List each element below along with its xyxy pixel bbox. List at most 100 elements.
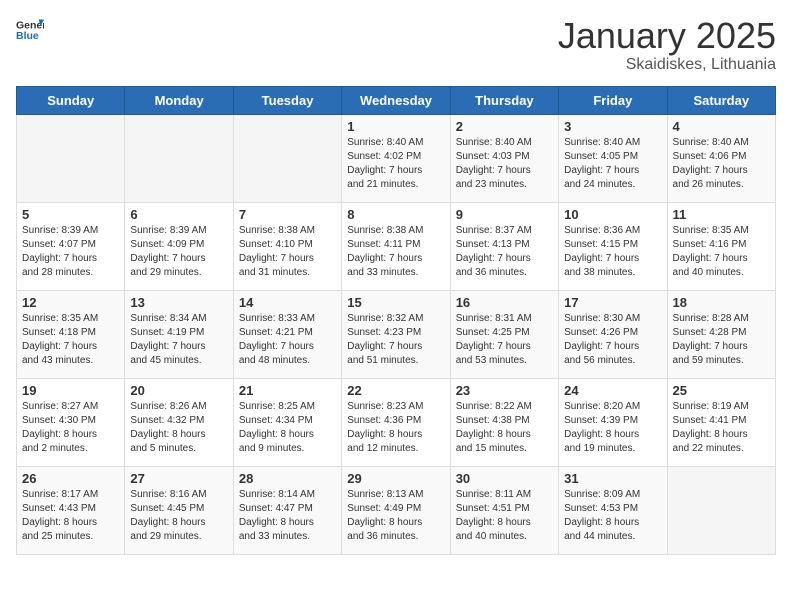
day-info: Sunrise: 8:11 AM Sunset: 4:51 PM Dayligh… <box>456 488 553 544</box>
table-row: 28 Sunrise: 8:14 AM Sunset: 4:47 PM Dayli… <box>233 466 341 554</box>
calendar-table: Sunday Monday Tuesday Wednesday Thursday… <box>16 86 776 555</box>
day-number: 6 <box>130 207 227 222</box>
day-info: Sunrise: 8:35 AM Sunset: 4:18 PM Dayligh… <box>22 312 119 368</box>
day-info: Sunrise: 8:26 AM Sunset: 4:32 PM Dayligh… <box>130 400 227 456</box>
day-number: 5 <box>22 207 119 222</box>
day-info: Sunrise: 8:33 AM Sunset: 4:21 PM Dayligh… <box>239 312 336 368</box>
logo: General Blue <box>16 16 44 44</box>
table-row: 27 Sunrise: 8:16 AM Sunset: 4:45 PM Dayli… <box>125 466 233 554</box>
col-sunday: Sunday <box>17 86 125 114</box>
day-info: Sunrise: 8:39 AM Sunset: 4:07 PM Dayligh… <box>22 224 119 280</box>
day-info: Sunrise: 8:38 AM Sunset: 4:11 PM Dayligh… <box>347 224 444 280</box>
day-number: 22 <box>347 383 444 398</box>
day-info: Sunrise: 8:16 AM Sunset: 4:45 PM Dayligh… <box>130 488 227 544</box>
table-row: 2 Sunrise: 8:40 AM Sunset: 4:03 PM Daylig… <box>450 114 558 202</box>
day-info: Sunrise: 8:19 AM Sunset: 4:41 PM Dayligh… <box>673 400 770 456</box>
day-info: Sunrise: 8:23 AM Sunset: 4:36 PM Dayligh… <box>347 400 444 456</box>
col-monday: Monday <box>125 86 233 114</box>
day-number: 4 <box>673 119 770 134</box>
day-info: Sunrise: 8:14 AM Sunset: 4:47 PM Dayligh… <box>239 488 336 544</box>
day-number: 13 <box>130 295 227 310</box>
table-row: 14 Sunrise: 8:33 AM Sunset: 4:21 PM Dayli… <box>233 290 341 378</box>
calendar-week-row: 5 Sunrise: 8:39 AM Sunset: 4:07 PM Daylig… <box>17 202 776 290</box>
table-row: 23 Sunrise: 8:22 AM Sunset: 4:38 PM Dayli… <box>450 378 558 466</box>
table-row: 10 Sunrise: 8:36 AM Sunset: 4:15 PM Dayli… <box>559 202 667 290</box>
day-info: Sunrise: 8:32 AM Sunset: 4:23 PM Dayligh… <box>347 312 444 368</box>
day-info: Sunrise: 8:09 AM Sunset: 4:53 PM Dayligh… <box>564 488 661 544</box>
day-info: Sunrise: 8:37 AM Sunset: 4:13 PM Dayligh… <box>456 224 553 280</box>
table-row: 24Sunrise: 8:20 AM Sunset: 4:39 PM Dayli… <box>559 378 667 466</box>
table-row: 18Sunrise: 8:28 AM Sunset: 4:28 PM Dayli… <box>667 290 775 378</box>
day-info: Sunrise: 8:36 AM Sunset: 4:15 PM Dayligh… <box>564 224 661 280</box>
table-row: 20Sunrise: 8:26 AM Sunset: 4:32 PM Dayli… <box>125 378 233 466</box>
table-row <box>17 114 125 202</box>
col-tuesday: Tuesday <box>233 86 341 114</box>
table-row <box>667 466 775 554</box>
day-info: Sunrise: 8:40 AM Sunset: 4:02 PM Dayligh… <box>347 136 444 192</box>
day-number: 7 <box>239 207 336 222</box>
day-info: Sunrise: 8:39 AM Sunset: 4:09 PM Dayligh… <box>130 224 227 280</box>
day-number: 27 <box>130 471 227 486</box>
table-row: 5 Sunrise: 8:39 AM Sunset: 4:07 PM Daylig… <box>17 202 125 290</box>
day-info: Sunrise: 8:40 AM Sunset: 4:06 PM Dayligh… <box>673 136 770 192</box>
day-number: 15 <box>347 295 444 310</box>
day-number: 1 <box>347 119 444 134</box>
title-block: January 2025 Skaidiskes, Lithuania <box>558 16 776 74</box>
table-row: 6 Sunrise: 8:39 AM Sunset: 4:09 PM Daylig… <box>125 202 233 290</box>
col-wednesday: Wednesday <box>342 86 450 114</box>
table-row: 1 Sunrise: 8:40 AM Sunset: 4:02 PM Daylig… <box>342 114 450 202</box>
table-row: 7 Sunrise: 8:38 AM Sunset: 4:10 PM Daylig… <box>233 202 341 290</box>
day-number: 24 <box>564 383 661 398</box>
col-saturday: Saturday <box>667 86 775 114</box>
day-number: 10 <box>564 207 661 222</box>
table-row: 3 Sunrise: 8:40 AM Sunset: 4:05 PM Daylig… <box>559 114 667 202</box>
table-row: 8 Sunrise: 8:38 AM Sunset: 4:11 PM Daylig… <box>342 202 450 290</box>
table-row: 25Sunrise: 8:19 AM Sunset: 4:41 PM Dayli… <box>667 378 775 466</box>
table-row: 31 Sunrise: 8:09 AM Sunset: 4:53 PM Dayli… <box>559 466 667 554</box>
table-row: 26 Sunrise: 8:17 AM Sunset: 4:43 PM Dayli… <box>17 466 125 554</box>
calendar-subtitle: Skaidiskes, Lithuania <box>558 56 776 74</box>
day-number: 21 <box>239 383 336 398</box>
day-info: Sunrise: 8:35 AM Sunset: 4:16 PM Dayligh… <box>673 224 770 280</box>
day-number: 2 <box>456 119 553 134</box>
day-number: 17 <box>564 295 661 310</box>
day-info: Sunrise: 8:28 AM Sunset: 4:28 PM Dayligh… <box>673 312 770 368</box>
svg-text:Blue: Blue <box>16 30 39 42</box>
col-friday: Friday <box>559 86 667 114</box>
day-number: 14 <box>239 295 336 310</box>
day-info: Sunrise: 8:31 AM Sunset: 4:25 PM Dayligh… <box>456 312 553 368</box>
day-info: Sunrise: 8:40 AM Sunset: 4:03 PM Dayligh… <box>456 136 553 192</box>
calendar-week-row: 1 Sunrise: 8:40 AM Sunset: 4:02 PM Daylig… <box>17 114 776 202</box>
day-info: Sunrise: 8:17 AM Sunset: 4:43 PM Dayligh… <box>22 488 119 544</box>
calendar-header-row: Sunday Monday Tuesday Wednesday Thursday… <box>17 86 776 114</box>
day-info: Sunrise: 8:40 AM Sunset: 4:05 PM Dayligh… <box>564 136 661 192</box>
col-thursday: Thursday <box>450 86 558 114</box>
day-number: 26 <box>22 471 119 486</box>
day-number: 8 <box>347 207 444 222</box>
day-info: Sunrise: 8:34 AM Sunset: 4:19 PM Dayligh… <box>130 312 227 368</box>
day-number: 29 <box>347 471 444 486</box>
table-row: 4 Sunrise: 8:40 AM Sunset: 4:06 PM Daylig… <box>667 114 775 202</box>
day-number: 11 <box>673 207 770 222</box>
day-number: 28 <box>239 471 336 486</box>
table-row: 9 Sunrise: 8:37 AM Sunset: 4:13 PM Daylig… <box>450 202 558 290</box>
day-number: 3 <box>564 119 661 134</box>
day-number: 31 <box>564 471 661 486</box>
day-info: Sunrise: 8:27 AM Sunset: 4:30 PM Dayligh… <box>22 400 119 456</box>
day-info: Sunrise: 8:30 AM Sunset: 4:26 PM Dayligh… <box>564 312 661 368</box>
table-row: 19Sunrise: 8:27 AM Sunset: 4:30 PM Dayli… <box>17 378 125 466</box>
calendar-week-row: 26 Sunrise: 8:17 AM Sunset: 4:43 PM Dayli… <box>17 466 776 554</box>
day-number: 23 <box>456 383 553 398</box>
day-info: Sunrise: 8:38 AM Sunset: 4:10 PM Dayligh… <box>239 224 336 280</box>
day-info: Sunrise: 8:22 AM Sunset: 4:38 PM Dayligh… <box>456 400 553 456</box>
logo-icon: General Blue <box>16 16 44 44</box>
page-header: General Blue January 2025 Skaidiskes, Li… <box>16 16 776 74</box>
calendar-week-row: 19Sunrise: 8:27 AM Sunset: 4:30 PM Dayli… <box>17 378 776 466</box>
table-row <box>125 114 233 202</box>
day-number: 16 <box>456 295 553 310</box>
table-row <box>233 114 341 202</box>
table-row: 21Sunrise: 8:25 AM Sunset: 4:34 PM Dayli… <box>233 378 341 466</box>
day-number: 9 <box>456 207 553 222</box>
calendar-week-row: 12Sunrise: 8:35 AM Sunset: 4:18 PM Dayli… <box>17 290 776 378</box>
table-row: 30Sunrise: 8:11 AM Sunset: 4:51 PM Dayli… <box>450 466 558 554</box>
